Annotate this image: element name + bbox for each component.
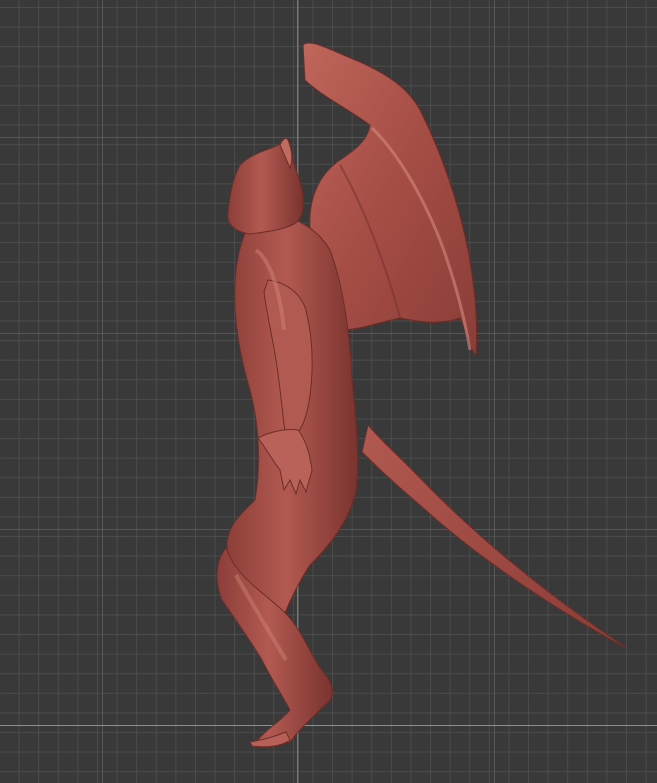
- tail: [361, 423, 627, 649]
- gargoyle-model[interactable]: [0, 0, 657, 783]
- 3d-viewport[interactable]: [0, 0, 657, 783]
